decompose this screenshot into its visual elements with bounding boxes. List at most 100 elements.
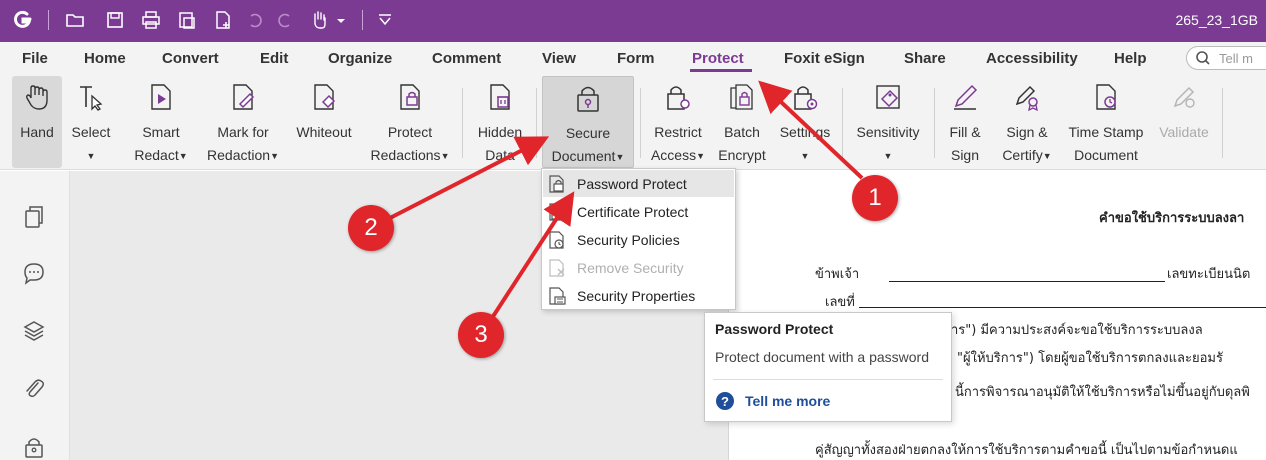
help-icon: ?	[716, 392, 734, 410]
batch-encrypt-button[interactable]: Batch Encrypt	[712, 76, 772, 168]
certificate-lock-icon	[547, 202, 567, 222]
ribbon-separator	[640, 88, 641, 158]
menu-organize[interactable]: Organize	[328, 50, 392, 67]
fill-sign-button[interactable]: Fill & Sign	[940, 76, 990, 168]
document-text: าร") มีความประสงค์จะขอใช้บริการระบบลงล	[951, 323, 1203, 338]
menu-convert[interactable]: Convert	[162, 50, 219, 67]
menu-form[interactable]: Form	[617, 50, 655, 67]
hidden-data-button[interactable]: Hidden Data	[470, 76, 530, 168]
attachments-icon[interactable]	[22, 377, 46, 401]
tooltip-divider	[713, 379, 943, 380]
title-separator	[48, 10, 49, 30]
properties-lock-icon	[547, 286, 567, 306]
smart-redact-icon	[146, 82, 176, 112]
title-bar: 265_23_1GB	[0, 0, 1266, 42]
annotation-badge-3: 3	[458, 312, 504, 358]
customize-icon[interactable]	[374, 9, 396, 31]
hand-tool-icon[interactable]	[308, 9, 330, 31]
smart-redact-button[interactable]: Smart Redact▼	[128, 76, 194, 168]
menu-item-security-policies[interactable]: Security Policies	[543, 226, 734, 253]
menu-view[interactable]: View	[542, 50, 576, 67]
document-text: นี้การพิจารณาอนุมัติให้ใช้บริการหรือไม่ข…	[955, 385, 1250, 400]
menu-share[interactable]: Share	[904, 50, 946, 67]
sensitivity-button[interactable]: Sensitivity ▼	[848, 76, 928, 168]
settings-button[interactable]: Settings ▼	[774, 76, 836, 168]
ribbon-separator	[934, 88, 935, 158]
annotation-badge-2: 2	[348, 205, 394, 251]
time-stamp-icon	[1091, 82, 1121, 112]
validate-button[interactable]: Validate	[1152, 76, 1216, 168]
menu-accessibility[interactable]: Accessibility	[986, 50, 1078, 67]
menu-file[interactable]: File	[22, 50, 48, 67]
tell-me-more-link[interactable]: Tell me more	[745, 393, 830, 409]
chevron-down-icon: ▼	[615, 152, 625, 162]
menu-foxit-esign[interactable]: Foxit eSign	[784, 50, 865, 67]
pen-icon	[950, 82, 980, 112]
document-heading: คำขอใช้บริการระบบลงลา	[1099, 211, 1245, 226]
hand-icon	[22, 82, 52, 112]
chevron-down-icon: ▼	[440, 151, 450, 161]
ribbon-protect: Hand Select ▼ Smart Redact▼ Mark for Red…	[0, 74, 1266, 170]
open-icon[interactable]	[64, 9, 86, 31]
document-text: เลขทะเบียนนิต	[1167, 267, 1251, 282]
tell-me-search[interactable]: Tell m	[1186, 46, 1266, 70]
search-icon	[1196, 51, 1210, 65]
remove-lock-icon	[547, 258, 567, 278]
customize-dropdown-icon[interactable]	[330, 9, 352, 31]
pages-icon[interactable]	[22, 205, 46, 229]
fill-line	[859, 307, 1266, 308]
menu-comment[interactable]: Comment	[432, 50, 501, 67]
hand-button[interactable]: Hand	[12, 76, 62, 168]
certify-pen-icon	[1012, 82, 1042, 112]
restrict-access-button[interactable]: Restrict Access▼	[646, 76, 710, 168]
text-select-icon	[76, 82, 106, 112]
sign-certify-button[interactable]: Sign & Certify▼	[996, 76, 1058, 168]
menu-item-remove-security[interactable]: Remove Security	[543, 254, 734, 281]
mark-for-redaction-button[interactable]: Mark for Redaction▼	[200, 76, 286, 168]
navigation-sidebar	[0, 171, 70, 460]
document-text: เลขที่	[825, 295, 855, 310]
whiteout-button[interactable]: Whiteout	[288, 76, 360, 168]
document-title: 265_23_1GB	[1175, 12, 1258, 28]
menu-help[interactable]: Help	[1114, 50, 1147, 67]
menu-item-security-properties[interactable]: Security Properties	[543, 282, 734, 309]
batch-encrypt-icon	[727, 82, 757, 112]
comments-icon[interactable]	[22, 261, 46, 285]
new-icon[interactable]	[212, 9, 234, 31]
protect-redaction-icon	[395, 82, 425, 112]
tooltip-description: Protect document with a password	[715, 349, 929, 365]
protect-redactions-button[interactable]: Protect Redactions▼	[364, 76, 456, 168]
menu-home[interactable]: Home	[84, 50, 126, 67]
ribbon-separator	[1222, 88, 1223, 158]
document-text: คู่สัญญาทั้งสองฝ่ายตกลงให้การใช้บริการตา…	[815, 443, 1238, 458]
secure-document-button[interactable]: Secure Document▼	[542, 76, 634, 168]
menu-item-certificate-protect[interactable]: Certificate Protect	[543, 198, 734, 225]
chevron-down-icon: ▼	[1042, 151, 1052, 161]
redo-icon[interactable]	[274, 9, 296, 31]
title-separator	[362, 10, 363, 30]
foxit-logo-icon[interactable]	[12, 9, 34, 31]
menu-protect[interactable]: Protect	[692, 50, 744, 67]
document-text: ข้าพเจ้า	[815, 267, 860, 282]
chevron-down-icon: ▼	[270, 151, 279, 161]
page-icon[interactable]	[176, 9, 198, 31]
annotation-badge-1: 1	[852, 175, 898, 221]
security-icon[interactable]	[22, 435, 46, 459]
layers-icon[interactable]	[22, 319, 46, 343]
undo-icon[interactable]	[244, 9, 266, 31]
menu-bar: File Home Convert Edit Organize Comment …	[0, 42, 1266, 74]
hidden-data-icon	[485, 82, 515, 112]
print-icon[interactable]	[140, 9, 162, 31]
ribbon-separator	[536, 88, 537, 158]
save-icon[interactable]	[104, 9, 126, 31]
validate-signature-icon	[1169, 82, 1199, 112]
chevron-down-icon: ▼	[86, 151, 96, 161]
menu-item-password-protect[interactable]: Password Protect	[543, 170, 734, 197]
chevron-down-icon: ▼	[696, 151, 706, 161]
lock-icon	[573, 83, 603, 113]
document-text: "ผู้ให้บริการ") โดยผู้ขอใช้บริการตกลงและ…	[957, 351, 1223, 366]
select-button[interactable]: Select ▼	[66, 76, 116, 168]
menu-edit[interactable]: Edit	[260, 50, 288, 67]
lock-settings-icon	[790, 82, 820, 112]
time-stamp-document-button[interactable]: Time Stamp Document	[1062, 76, 1150, 168]
